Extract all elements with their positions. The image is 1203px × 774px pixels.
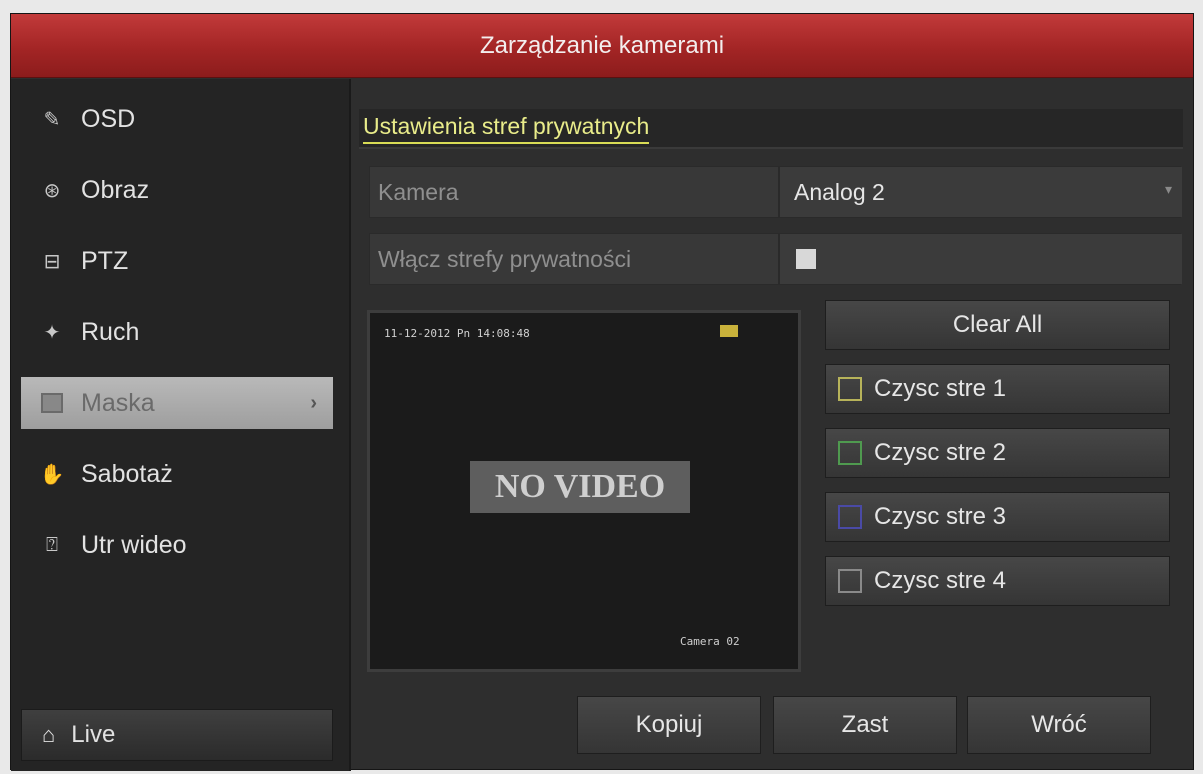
copy-button[interactable]: Kopiuj [577,696,761,754]
clear-all-button[interactable]: Clear All [825,300,1170,350]
osd-timestamp: 11-12-2012 Pn 14:08:48 [384,327,530,340]
back-label: Wróć [1031,711,1087,738]
clear-all-label: Clear All [952,311,1043,338]
clear-zone-4-button[interactable]: Czysc stre 4 [825,556,1170,606]
back-button[interactable]: Wróć [967,696,1151,754]
sidebar-item-utr-wideo[interactable]: ⍰ Utr wideo [21,519,333,571]
sidebar-item-sabotaz[interactable]: ✋ Sabotaż [21,448,333,500]
zone-label: Czysc stre 3 [874,503,1007,530]
ptz-icon: ⊟ [43,250,61,273]
apply-label: Zast [841,711,889,738]
camera-management-window: Zarządzanie kamerami ✎ OSD ⊛ Obraz ⊟ PTZ… [10,13,1194,771]
clear-zone-2-button[interactable]: Czysc stre 2 [825,428,1170,478]
section-title-bar: Ustawienia stref prywatnych [359,109,1183,149]
mask-icon [41,392,63,414]
sidebar-item-label: PTZ [81,246,129,275]
video-loss-icon: ⍰ [46,533,58,556]
sidebar-item-maska[interactable]: Maska › [21,377,333,429]
apply-button[interactable]: Zast [773,696,957,754]
live-label: Live [71,721,116,748]
home-icon: ⌂ [42,722,56,747]
enable-privacy-row: Włącz strefy prywatności [369,233,1182,285]
zone-label: Czysc stre 2 [874,439,1007,466]
enable-privacy-label: Włącz strefy prywatności [378,246,632,272]
chevron-right-icon: › [310,391,317,414]
record-status-icon [720,325,738,337]
sidebar-item-label: OSD [81,104,136,133]
zone-label: Czysc stre 4 [874,567,1007,594]
live-button[interactable]: ⌂ Live [21,709,333,761]
sidebar-item-label: Obraz [81,175,150,204]
image-settings-icon: ⊛ [43,179,61,202]
section-title: Ustawienia stref prywatnych [363,113,650,144]
motion-icon: ✦ [43,321,61,344]
clear-zone-1-button[interactable]: Czysc stre 1 [825,364,1170,414]
camera-select-value: Analog 2 [794,179,885,205]
sidebar-item-label: Utr wideo [81,530,187,559]
tamper-hand-icon: ✋ [39,463,65,486]
video-preview[interactable]: 11-12-2012 Pn 14:08:48 NO VIDEO Camera 0… [367,310,801,672]
zone-label: Czysc stre 1 [874,375,1007,402]
clear-zone-3-button[interactable]: Czysc stre 3 [825,492,1170,542]
enable-privacy-checkbox[interactable] [796,249,816,269]
copy-label: Kopiuj [635,711,703,738]
sidebar-item-label: Ruch [81,317,140,346]
window-title: Zarządzanie kamerami [11,14,1193,78]
camera-row: Kamera Analog 2 ▾ [369,166,1182,218]
no-video-label: NO VIDEO [470,461,690,513]
sidebar-item-osd[interactable]: ✎ OSD [21,93,333,145]
sidebar-item-ptz[interactable]: ⊟ PTZ [21,235,333,287]
camera-label: Kamera [378,179,459,205]
sidebar-item-obraz[interactable]: ⊛ Obraz [21,164,333,216]
osd-camera-name: Camera 02 [680,635,740,648]
zone-2-color-icon [838,441,862,465]
sidebar-item-ruch[interactable]: ✦ Ruch [21,306,333,358]
sidebar-item-label: Sabotaż [81,459,173,488]
zone-1-color-icon [838,377,862,401]
edit-icon: ✎ [43,108,61,131]
zone-4-color-icon [838,569,862,593]
chevron-down-icon: ▾ [1164,181,1172,197]
camera-select[interactable]: Analog 2 ▾ [778,167,1182,217]
enable-privacy-field [778,234,1182,284]
sidebar: ✎ OSD ⊛ Obraz ⊟ PTZ ✦ Ruch Maska › ✋ Sab… [11,79,351,771]
sidebar-item-label: Maska [81,388,155,417]
zone-3-color-icon [838,505,862,529]
